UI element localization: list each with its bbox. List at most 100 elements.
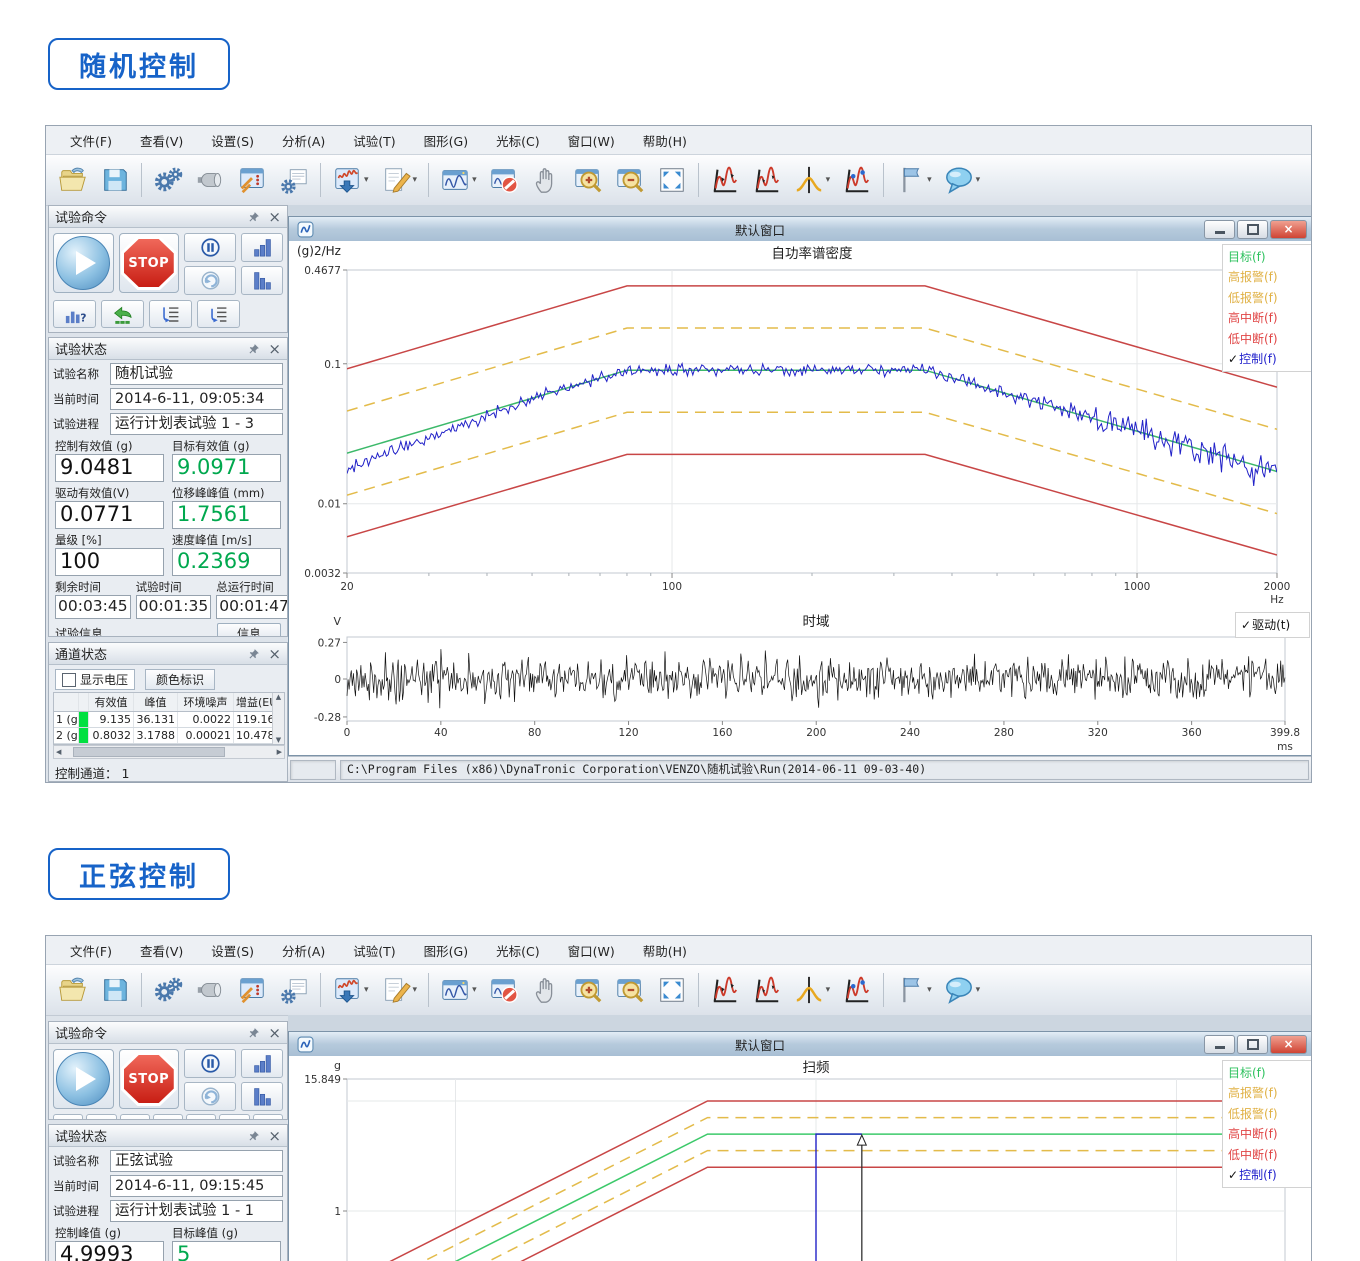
legend-item[interactable]: 目标(f) xyxy=(1228,247,1306,267)
new-graph-window-button[interactable]: ▾ xyxy=(434,159,483,201)
restore-button[interactable] xyxy=(1237,220,1268,239)
menu-item-8[interactable]: 窗口(W) xyxy=(554,941,629,960)
minimize-button[interactable] xyxy=(1204,220,1235,239)
zoom-out-button[interactable] xyxy=(609,159,651,201)
close-icon[interactable]: × xyxy=(268,648,281,660)
fit-view-button[interactable] xyxy=(651,969,693,1011)
pan-button[interactable] xyxy=(525,969,567,1011)
schedule-jump-button[interactable] xyxy=(149,300,192,328)
pan-button[interactable] xyxy=(525,159,567,201)
info-button[interactable]: 信息 xyxy=(217,623,281,637)
cmd-extra-button[interactable]: ↓ xyxy=(186,1114,216,1120)
show-voltage-toggle[interactable]: 显示电压 xyxy=(55,669,135,690)
level-up-button[interactable] xyxy=(241,233,283,262)
peak-mark-button[interactable] xyxy=(836,159,878,201)
flag-button[interactable]: ▾ xyxy=(889,969,938,1011)
legend-item[interactable]: ✓控制(f) xyxy=(1228,1165,1306,1185)
dropdown-arrow-icon[interactable]: ▾ xyxy=(976,985,981,995)
cursor-button[interactable]: ▾ xyxy=(788,969,837,1011)
comment-button[interactable]: ▾ xyxy=(938,969,987,1011)
run-schedule-button[interactable] xyxy=(273,969,315,1011)
legend-item[interactable]: ✓控制(f) xyxy=(1228,349,1306,369)
save-button[interactable] xyxy=(94,969,136,1011)
shaker-setup-button[interactable] xyxy=(189,969,231,1011)
cmd-extra-button[interactable]: ↓ xyxy=(153,1114,183,1120)
window-titlebar[interactable]: 默认窗口 × xyxy=(289,1032,1311,1056)
close-graph-window-button[interactable] xyxy=(483,159,525,201)
start-button[interactable] xyxy=(53,233,114,293)
open-button[interactable] xyxy=(52,969,94,1011)
menu-item-9[interactable]: 帮助(H) xyxy=(629,131,701,150)
dropdown-arrow-icon[interactable]: ▾ xyxy=(826,985,831,995)
close-icon[interactable]: × xyxy=(268,211,281,223)
pin-icon[interactable] xyxy=(248,1130,260,1142)
legend-item[interactable]: 目标(f) xyxy=(1228,1063,1306,1083)
save-signal-button[interactable]: ▾ xyxy=(326,969,375,1011)
legend-item[interactable]: 高报警(f) xyxy=(1228,267,1306,287)
edit-notes-button[interactable]: ▾ xyxy=(375,159,424,201)
menu-item-9[interactable]: 帮助(H) xyxy=(629,941,701,960)
menu-item-5[interactable]: 试验(T) xyxy=(339,131,409,150)
fit-view-button[interactable] xyxy=(651,159,693,201)
menu-item-8[interactable]: 窗口(W) xyxy=(554,131,629,150)
table-row[interactable]: 1 (g)9.13536.1310.0022119.16 xyxy=(54,712,284,728)
dropdown-arrow-icon[interactable]: ▾ xyxy=(413,175,418,185)
new-graph-window-button[interactable]: ▾ xyxy=(434,969,483,1011)
menu-item-2[interactable]: 查看(V) xyxy=(126,131,197,150)
schedule-next-button[interactable] xyxy=(197,300,240,328)
cmd-extra-button[interactable]: ? xyxy=(219,1114,249,1120)
restore-button[interactable] xyxy=(101,300,144,328)
pause-button[interactable] xyxy=(184,1049,236,1078)
menu-item-3[interactable]: 设置(S) xyxy=(197,131,268,150)
save-signal-button[interactable]: ▾ xyxy=(326,159,375,201)
menu-item-1[interactable]: 文件(F) xyxy=(56,131,126,150)
comment-button[interactable]: ▾ xyxy=(938,159,987,201)
cmd-extra-button[interactable]: ← xyxy=(120,1114,150,1120)
dropdown-arrow-icon[interactable]: ▾ xyxy=(364,175,369,185)
level-up-button[interactable] xyxy=(241,1049,283,1078)
legend-item[interactable]: 高中断(f) xyxy=(1228,308,1306,328)
start-button[interactable] xyxy=(53,1049,114,1109)
restore-button[interactable] xyxy=(1237,1035,1268,1054)
close-button[interactable]: × xyxy=(1270,220,1307,239)
valley-search-button[interactable] xyxy=(746,969,788,1011)
continue-button[interactable] xyxy=(184,1082,236,1111)
menu-item-7[interactable]: 光标(C) xyxy=(482,131,553,150)
window-titlebar[interactable]: 默认窗口 × xyxy=(289,217,1311,241)
valley-search-button[interactable] xyxy=(746,159,788,201)
menu-item-5[interactable]: 试验(T) xyxy=(339,941,409,960)
pin-icon[interactable] xyxy=(248,648,260,660)
dropdown-arrow-icon[interactable]: ▾ xyxy=(927,175,932,185)
menu-item-4[interactable]: 分析(A) xyxy=(268,941,339,960)
system-settings-button[interactable] xyxy=(147,969,189,1011)
edit-notes-button[interactable]: ▾ xyxy=(375,969,424,1011)
horizontal-scrollbar[interactable]: ◀ ▶ xyxy=(53,745,285,759)
menu-item-3[interactable]: 设置(S) xyxy=(197,941,268,960)
shaker-setup-button[interactable] xyxy=(189,159,231,201)
level-down-button[interactable] xyxy=(241,266,283,295)
legend-item[interactable]: 低报警(f) xyxy=(1228,1104,1306,1124)
test-config-button[interactable] xyxy=(231,969,273,1011)
cmd-extra-button[interactable]: — xyxy=(253,1114,283,1120)
table-row[interactable]: 2 (g)0.80323.17880.0002110.478 xyxy=(54,728,284,744)
dropdown-arrow-icon[interactable]: ▾ xyxy=(472,175,477,185)
menu-item-4[interactable]: 分析(A) xyxy=(268,131,339,150)
close-button[interactable]: × xyxy=(1270,1035,1307,1054)
scroll-right-icon[interactable]: ▶ xyxy=(275,748,284,756)
stop-button[interactable]: STOP xyxy=(119,1049,180,1109)
legend-item[interactable]: 低报警(f) xyxy=(1228,288,1306,308)
close-graph-window-button[interactable] xyxy=(483,969,525,1011)
peak-mark-button[interactable] xyxy=(836,969,878,1011)
open-button[interactable] xyxy=(52,159,94,201)
flag-button[interactable]: ▾ xyxy=(889,159,938,201)
legend-item[interactable]: ✓驱动(t) xyxy=(1241,615,1304,635)
legend-item[interactable]: 高报警(f) xyxy=(1228,1083,1306,1103)
zoom-in-button[interactable] xyxy=(567,969,609,1011)
pause-button[interactable] xyxy=(184,233,236,262)
close-icon[interactable]: × xyxy=(268,1027,281,1039)
stop-button[interactable]: STOP xyxy=(119,233,180,293)
dropdown-arrow-icon[interactable]: ▾ xyxy=(826,175,831,185)
peak-search-button[interactable] xyxy=(704,969,746,1011)
dropdown-arrow-icon[interactable]: ▾ xyxy=(364,985,369,995)
pin-icon[interactable] xyxy=(248,1027,260,1039)
